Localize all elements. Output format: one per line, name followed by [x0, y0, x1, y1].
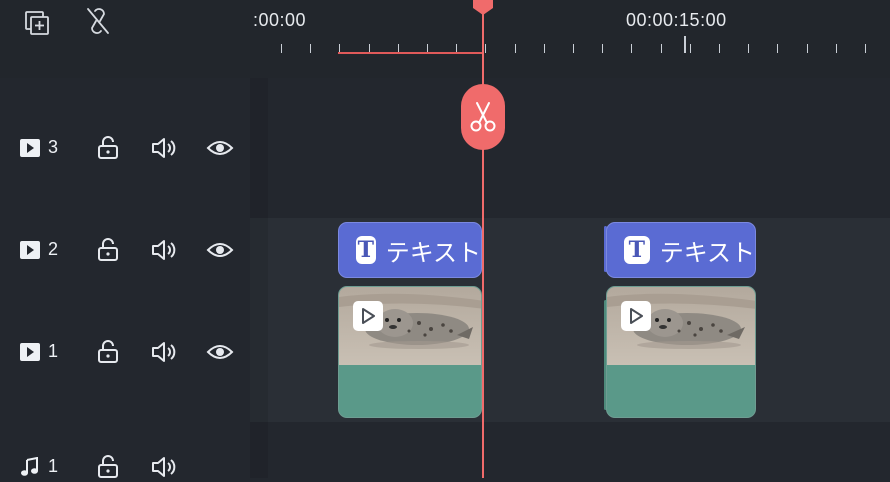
- ruler-time-start: :00:00: [253, 10, 307, 30]
- ruler-tick: [573, 44, 574, 53]
- lock-icon[interactable]: [93, 133, 123, 163]
- ruler-tick: [690, 44, 691, 53]
- eye-icon[interactable]: [205, 133, 235, 163]
- lane-video-3[interactable]: [250, 78, 890, 218]
- track-number: 2: [48, 239, 59, 259]
- scissors-icon: [470, 102, 496, 132]
- add-track-icon[interactable]: [22, 8, 52, 38]
- music-note-icon: [21, 456, 38, 476]
- ruler-tick: [515, 44, 516, 53]
- seal-thumbnail: [607, 287, 755, 365]
- eye-icon[interactable]: [205, 337, 235, 367]
- lane-gutter: [250, 78, 268, 478]
- ruler-tick: [485, 44, 486, 53]
- ruler-tick: [865, 44, 866, 53]
- track-number: 3: [48, 137, 59, 157]
- seal-thumbnail: [339, 287, 481, 365]
- toolbar: [0, 0, 250, 78]
- video-track-icon: [20, 138, 40, 157]
- ruler-time-mid: 00:00:15:00: [626, 10, 727, 30]
- ruler-tick: [310, 44, 311, 53]
- ruler-tick: [777, 44, 778, 53]
- split-range-bar: [338, 52, 484, 54]
- track-label-video-1: 1: [20, 341, 58, 362]
- ruler-tick: [661, 44, 662, 53]
- volume-icon[interactable]: [149, 133, 179, 163]
- playhead[interactable]: [482, 0, 484, 478]
- video-track-icon: [20, 240, 40, 259]
- track-label-audio-1: 1: [20, 456, 58, 477]
- title-clip-label: テキスト: [659, 239, 755, 267]
- title-clip[interactable]: T テキスト: [606, 222, 756, 278]
- track-number: 1: [48, 456, 59, 476]
- playhead-handle[interactable]: [472, 0, 494, 16]
- play-icon: [353, 301, 383, 331]
- track-number: 1: [48, 341, 59, 361]
- ruler-tick: [807, 44, 808, 53]
- split-button[interactable]: [461, 84, 505, 150]
- ruler-tick-major: [684, 36, 686, 53]
- lane-audio-1[interactable]: [250, 422, 890, 478]
- title-clip-label: テキスト: [385, 239, 481, 267]
- video-clip[interactable]: [606, 286, 756, 418]
- ruler-tick: [719, 44, 720, 53]
- video-track-icon: [20, 342, 40, 361]
- play-icon: [621, 301, 651, 331]
- ruler-tick: [602, 44, 603, 53]
- volume-icon[interactable]: [149, 235, 179, 265]
- ruler-tick: [631, 44, 632, 53]
- lock-icon[interactable]: [93, 337, 123, 367]
- timeline-ruler[interactable]: :00:00 00:00:15:00: [250, 0, 890, 78]
- ruler-tick: [748, 44, 749, 53]
- lock-icon[interactable]: [93, 235, 123, 265]
- track-label-video-3: 3: [20, 137, 58, 158]
- text-type-icon: T: [356, 236, 376, 264]
- video-clip[interactable]: [338, 286, 482, 418]
- text-type-icon: T: [624, 236, 650, 264]
- ruler-tick: [544, 44, 545, 53]
- ruler-tick: [836, 44, 837, 53]
- title-clip[interactable]: T テキスト: [338, 222, 482, 278]
- volume-icon[interactable]: [149, 337, 179, 367]
- track-label-video-2: 2: [20, 239, 58, 260]
- eye-icon[interactable]: [205, 235, 235, 265]
- unlink-icon[interactable]: [83, 6, 113, 36]
- ruler-tick: [281, 44, 282, 53]
